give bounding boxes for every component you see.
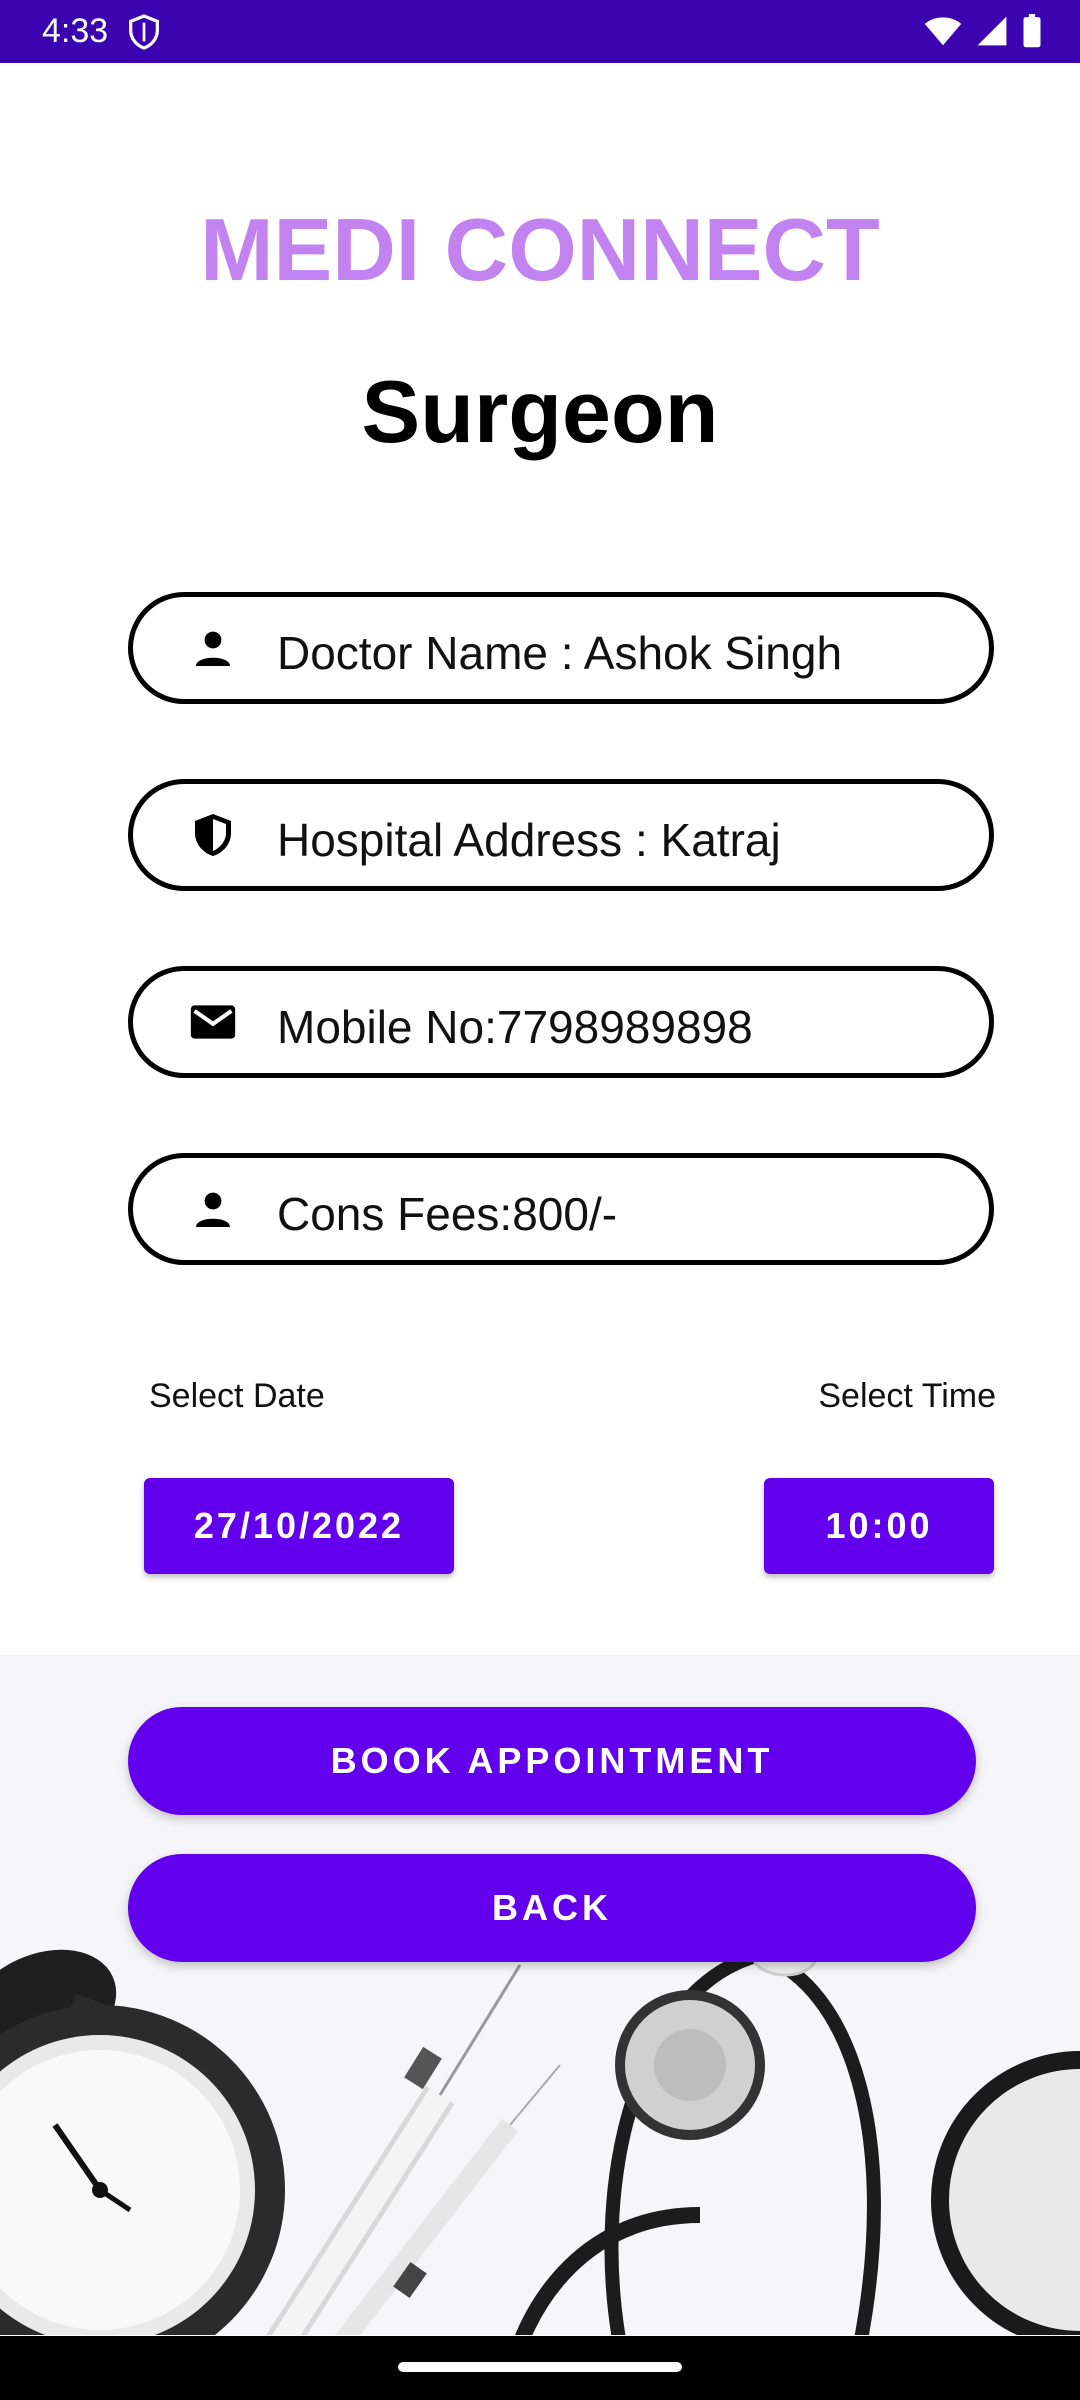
person-icon <box>189 624 237 672</box>
wifi-icon <box>924 15 962 52</box>
mobile-text: Mobile No:7798989898 <box>277 1001 753 1053</box>
hospital-address-text: Hospital Address : Katraj <box>277 814 781 866</box>
app-title: MEDI CONNECT <box>200 200 880 299</box>
magnifier-image <box>931 2051 1080 2335</box>
hospital-address-field[interactable]: Hospital Address : Katraj <box>128 779 994 891</box>
select-time-label: Select Time <box>818 1377 996 1415</box>
home-gesture-handle[interactable] <box>398 2362 682 2372</box>
stethoscope-image <box>515 1933 881 2335</box>
person-icon <box>189 1185 237 1233</box>
date-picker-button[interactable]: 27/10/2022 <box>144 1478 454 1574</box>
doctor-name-text: Doctor Name : Ashok Singh <box>277 627 843 679</box>
status-bar: 4:33 <box>0 0 1080 63</box>
shield-icon <box>128 14 160 55</box>
syringe-image <box>266 1964 561 2335</box>
status-time: 4:33 <box>42 12 109 50</box>
battery-icon <box>1022 14 1042 53</box>
select-date-label: Select Date <box>149 1377 325 1415</box>
shield-icon <box>189 811 237 859</box>
mail-icon <box>189 998 237 1046</box>
mobile-field[interactable]: Mobile No:7798989898 <box>128 966 994 1078</box>
cons-fees-text: Cons Fees:800/- <box>277 1188 618 1240</box>
page-title: Surgeon <box>361 362 719 461</box>
doctor-name-field[interactable]: Doctor Name : Ashok Singh <box>128 592 994 704</box>
book-appointment-button[interactable]: BOOK APPOINTMENT <box>128 1707 976 1815</box>
cons-fees-field[interactable]: Cons Fees:800/- <box>128 1153 994 1265</box>
alarm-clock-image <box>0 1949 285 2335</box>
time-picker-button[interactable]: 10:00 <box>764 1478 994 1574</box>
signal-icon <box>976 15 1008 52</box>
back-button[interactable]: BACK <box>128 1854 976 1962</box>
